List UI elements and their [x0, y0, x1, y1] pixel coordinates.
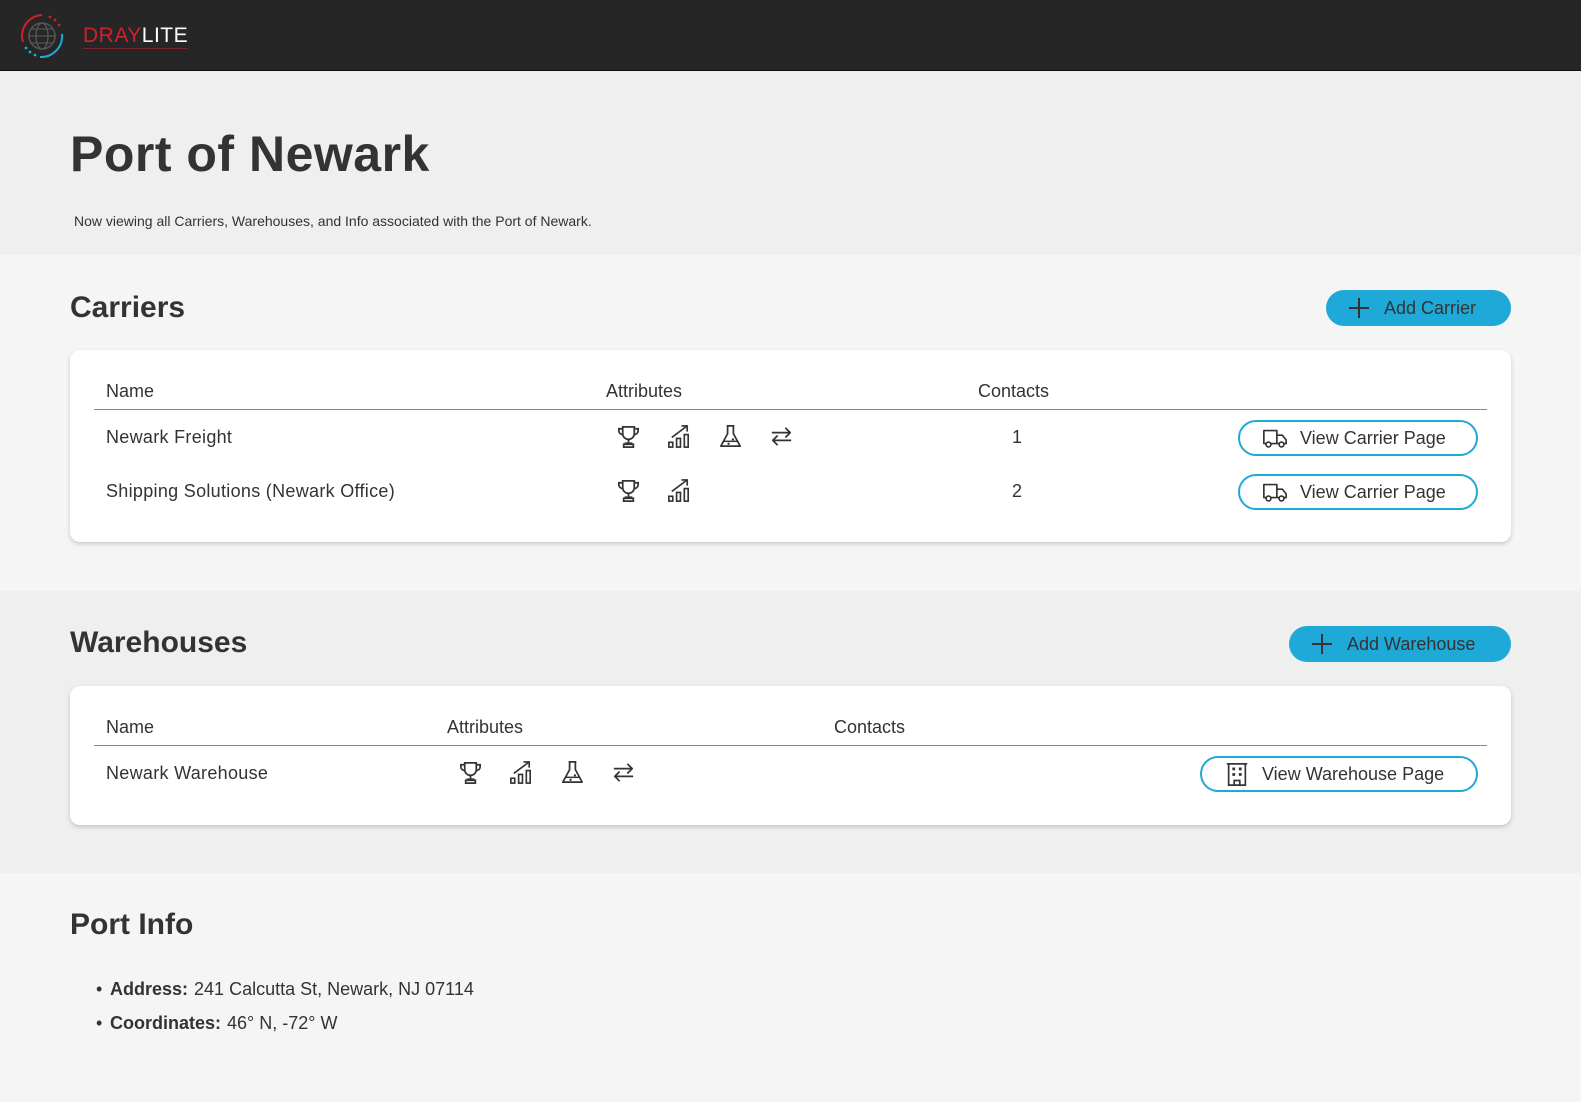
flask-icon: [559, 759, 586, 786]
carrier-name: Shipping Solutions (Newark Office): [106, 481, 395, 501]
add-carrier-button[interactable]: Add Carrier: [1326, 290, 1511, 326]
globe-logo-icon[interactable]: [18, 12, 66, 60]
carrier-attributes: [615, 477, 693, 504]
bullet-icon: •: [96, 979, 103, 999]
info-item-address: • Address: 241 Calcutta St, Newark, NJ 0…: [96, 978, 474, 1000]
address-value: 241 Calcutta St, Newark, NJ 07114: [194, 979, 474, 999]
column-header-name: Name: [106, 381, 155, 401]
coordinates-value: 46° N, -72° W: [227, 1013, 338, 1033]
brand-name[interactable]: DRAYLITE: [83, 24, 189, 49]
growth-chart-icon: [508, 759, 535, 786]
add-carrier-label: Add Carrier: [1384, 297, 1477, 318]
view-carrier-page-label: View Carrier Page: [1300, 427, 1446, 448]
page-title: Port of Newark: [70, 126, 430, 182]
header-divider: [94, 745, 1487, 746]
address-label: Address:: [110, 979, 189, 999]
add-warehouse-label: Add Warehouse: [1347, 633, 1476, 654]
column-header-contacts: Contacts: [978, 381, 1050, 401]
port-info-heading: Port Info: [70, 908, 194, 941]
carrier-contacts-count: 2: [1012, 481, 1023, 501]
view-carrier-page-label: View Carrier Page: [1300, 481, 1446, 502]
flask-icon: [717, 423, 744, 450]
add-warehouse-button[interactable]: Add Warehouse: [1289, 626, 1511, 662]
truck-icon: [1262, 425, 1288, 451]
swap-arrows-icon: [610, 759, 637, 786]
info-item-coordinates: • Coordinates: 46° N, -72° W: [96, 1012, 474, 1034]
bullet-icon: •: [96, 1013, 103, 1033]
port-info-list: • Address: 241 Calcutta St, Newark, NJ 0…: [96, 978, 474, 1046]
warehouses-heading: Warehouses: [70, 626, 248, 659]
header-divider: [94, 409, 1487, 410]
view-carrier-page-button[interactable]: View Carrier Page: [1238, 420, 1478, 456]
truck-icon: [1262, 479, 1288, 505]
trophy-icon: [615, 477, 642, 504]
swap-arrows-icon: [768, 423, 795, 450]
brand-name-part1: DRAY: [83, 24, 142, 47]
growth-chart-icon: [666, 423, 693, 450]
warehouse-name: Newark Warehouse: [106, 763, 269, 783]
brand-name-part2: LITE: [141, 24, 189, 47]
view-carrier-page-button[interactable]: View Carrier Page: [1238, 474, 1478, 510]
column-header-attributes: Attributes: [447, 717, 524, 737]
warehouses-table: Name Attributes Contacts Newark Warehous…: [70, 686, 1511, 825]
plus-icon: [1312, 634, 1332, 654]
carrier-name: Newark Freight: [106, 427, 233, 447]
carrier-contacts-count: 1: [1012, 427, 1023, 447]
trophy-icon: [457, 759, 484, 786]
column-header-name: Name: [106, 717, 155, 737]
trophy-icon: [615, 423, 642, 450]
growth-chart-icon: [666, 477, 693, 504]
column-header-contacts: Contacts: [834, 717, 906, 737]
top-navbar: DRAYLITE: [0, 0, 1581, 71]
building-icon: [1224, 761, 1250, 787]
carrier-attributes: [615, 423, 795, 450]
view-warehouse-page-label: View Warehouse Page: [1262, 763, 1445, 784]
carriers-heading: Carriers: [70, 291, 186, 324]
warehouse-attributes: [457, 759, 637, 786]
plus-icon: [1349, 298, 1369, 318]
page-subtitle: Now viewing all Carriers, Warehouses, an…: [74, 213, 592, 229]
view-warehouse-page-button[interactable]: View Warehouse Page: [1200, 756, 1478, 792]
carriers-table: Name Attributes Contacts Newark Freight …: [70, 350, 1511, 542]
column-header-attributes: Attributes: [606, 381, 683, 401]
coordinates-label: Coordinates:: [110, 1013, 222, 1033]
